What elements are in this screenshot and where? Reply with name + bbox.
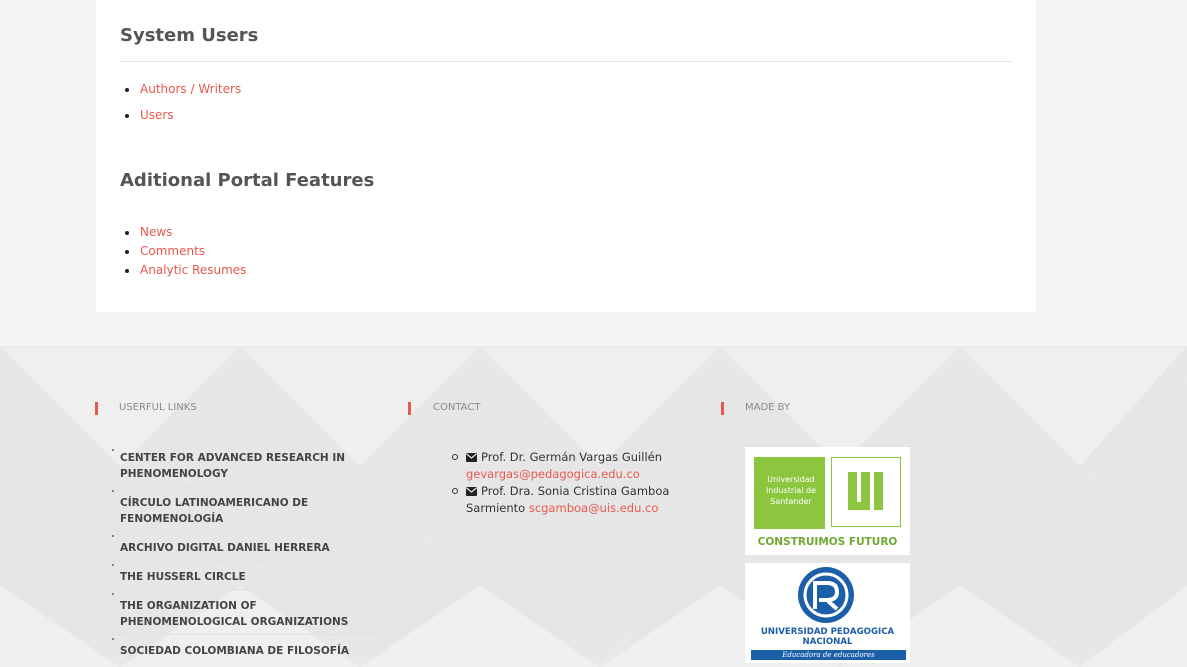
upn-name-line: UNIVERSIDAD PEDAGOGICA — [760, 627, 895, 637]
useful-link-circulo-latinoamericano[interactable]: CÍRCULO LATINOAMERICANO DE FENOMENOLOGÍA — [112, 487, 384, 532]
contact-email-link[interactable]: gevargas@pedagogica.edu.co — [466, 467, 640, 481]
link-news[interactable]: News — [120, 225, 246, 244]
link-analytic-resumes[interactable]: Analytic Resumes — [120, 263, 246, 282]
uis-name-line: Santander — [770, 497, 812, 506]
contact-heading: CONTACT — [433, 402, 481, 413]
link-users[interactable]: Users — [120, 108, 241, 134]
contact-email-link[interactable]: scgamboa@uis.edu.co — [529, 501, 659, 515]
contact-list: Prof. Dr. Germán Vargas Guillén gevargas… — [452, 449, 702, 517]
made-by-heading: MADE BY — [745, 402, 791, 413]
contact-item: Prof. Dra. Sonia Cristina Gamboa Sarmien… — [452, 483, 702, 517]
useful-link-organization-phenomenological[interactable]: THE ORGANIZATION OF PHENOMENOLOGICAL ORG… — [112, 590, 384, 635]
useful-link-husserl-circle[interactable]: THE HUSSERL CIRCLE — [112, 561, 384, 590]
upn-logo[interactable]: UNIVERSIDAD PEDAGOGICA NACIONAL Educador… — [745, 563, 910, 663]
section-divider — [120, 61, 1012, 62]
useful-links-marker — [95, 402, 98, 415]
contact-name: Prof. Dr. Germán Vargas Guillén — [481, 450, 663, 464]
additional-features-list: News Comments Analytic Resumes — [120, 225, 246, 282]
useful-link-center-advanced-research[interactable]: CENTER FOR ADVANCED RESEARCH IN PHENOMEN… — [112, 446, 384, 487]
link-authors-writers[interactable]: Authors / Writers — [120, 82, 241, 108]
upn-emblem-icon — [798, 567, 854, 623]
system-users-title: System Users — [120, 25, 259, 46]
uis-slogan: CONSTRUIMOS FUTURO — [757, 536, 898, 548]
useful-links-list: CENTER FOR ADVANCED RESEARCH IN PHENOMEN… — [112, 446, 384, 664]
link-comments[interactable]: Comments — [120, 244, 246, 263]
envelope-icon — [466, 487, 477, 496]
uis-name-line: Industrial de — [765, 486, 817, 495]
additional-features-title: Aditional Portal Features — [120, 170, 375, 191]
useful-links-heading: USERFUL LINKS — [119, 402, 197, 413]
uis-logo[interactable]: Universidad Industrial de Santander CONS… — [745, 447, 910, 555]
useful-link-sociedad-colombiana[interactable]: SOCIEDAD COLOMBIANA DE FILOSOFÍA — [112, 635, 384, 664]
envelope-icon — [466, 453, 477, 462]
system-users-list: Authors / Writers Users — [120, 82, 241, 134]
uis-emblem-icon — [848, 472, 883, 510]
uis-name-line: Universidad — [767, 475, 815, 484]
contact-marker — [408, 402, 411, 415]
content-card: System Users Authors / Writers Users Adi… — [96, 0, 1036, 312]
contact-item: Prof. Dr. Germán Vargas Guillén gevargas… — [452, 449, 702, 483]
useful-link-archivo-digital[interactable]: ARCHIVO DIGITAL DANIEL HERRERA — [112, 532, 384, 561]
upn-tagline: Educadora de educadores — [751, 650, 906, 660]
made-by-marker — [721, 402, 724, 415]
upn-name-line: NACIONAL — [802, 637, 853, 647]
